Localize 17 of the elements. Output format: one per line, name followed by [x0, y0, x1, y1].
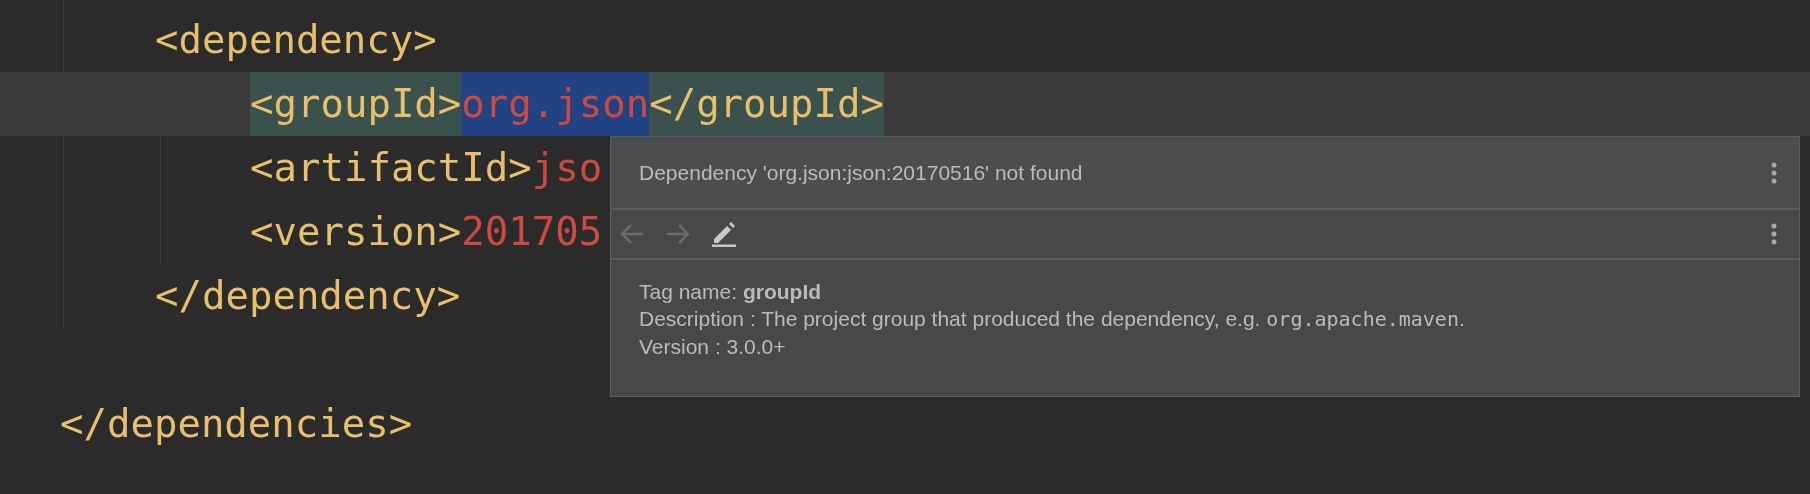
version-text: Version : 3.0.0+ [639, 334, 787, 360]
description-text: Description : The project group that produced the dependency, e.g. org.apache.maven. [639, 306, 1466, 333]
xml-tag: <artifactId> [250, 136, 532, 200]
tag-value: jso [531, 144, 603, 192]
xml-tag: <dependency> [155, 8, 437, 72]
more-options-icon[interactable] [1771, 161, 1777, 184]
xml-tag: <groupId> [250, 72, 462, 136]
xml-tag: </dependencies> [60, 392, 413, 456]
xml-tag: </dependency> [155, 264, 461, 328]
pencil-icon[interactable] [711, 221, 737, 247]
more-options-icon[interactable] [1771, 223, 1777, 245]
tag-name-text: Tag name: groupId [639, 279, 823, 305]
xml-tag: <version> [250, 200, 462, 264]
popup-title: Dependency 'org.json:json:20170516' not found [639, 160, 1083, 185]
tag-value: 201705 [461, 208, 603, 256]
xml-tag: </groupId> [649, 72, 884, 136]
tag-value: org.json [461, 72, 650, 136]
